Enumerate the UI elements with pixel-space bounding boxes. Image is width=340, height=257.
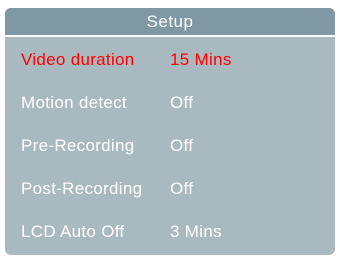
menu-item-video-duration[interactable]: Video duration 15 Mins [5, 42, 335, 78]
menu-item-value: Off [170, 93, 194, 112]
menu-item-label: Video duration [21, 50, 135, 69]
menu-item-motion-detect[interactable]: Motion detect Off [5, 85, 335, 121]
setup-menu-panel: Setup Video duration 15 Mins Motion dete… [5, 8, 335, 255]
menu-item-label: Motion detect [21, 93, 127, 112]
menu-item-label: LCD Auto Off [21, 222, 125, 241]
menu-title: Setup [5, 8, 335, 35]
header-divider [5, 35, 335, 37]
menu-item-value: 3 Mins [170, 222, 222, 241]
menu-item-post-recording[interactable]: Post-Recording Off [5, 171, 335, 207]
menu-item-value: 15 Mins [170, 50, 232, 69]
menu-item-lcd-auto-off[interactable]: LCD Auto Off 3 Mins [5, 214, 335, 250]
menu-item-label: Pre-Recording [21, 136, 135, 155]
menu-item-pre-recording[interactable]: Pre-Recording Off [5, 128, 335, 164]
menu-item-value: Off [170, 179, 194, 198]
menu-item-label: Post-Recording [21, 179, 143, 198]
menu-item-value: Off [170, 136, 194, 155]
